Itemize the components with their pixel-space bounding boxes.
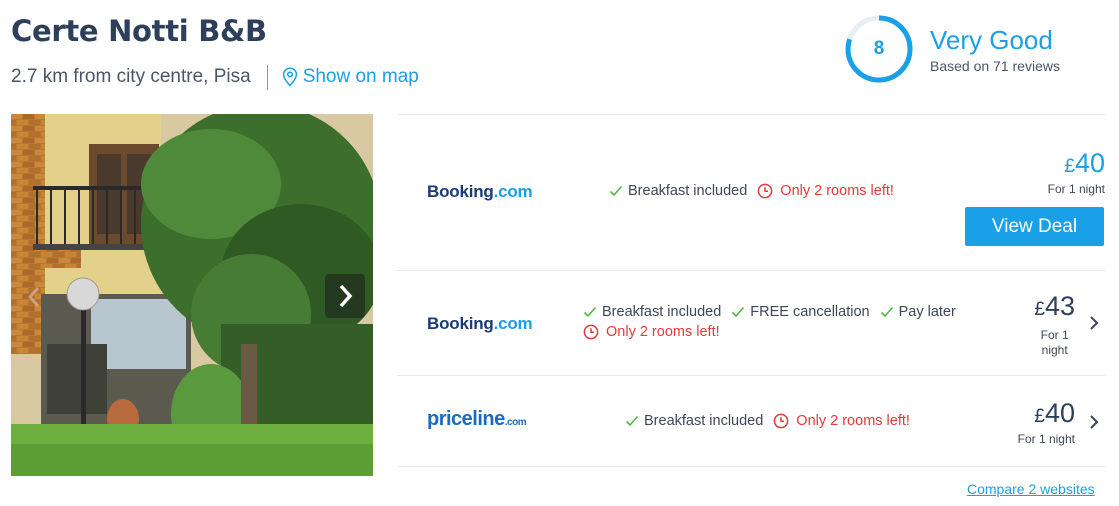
rating-score: 8 xyxy=(873,38,885,59)
distance-text: 2.7 km from city centre, Pisa xyxy=(11,66,251,87)
price-note: For 1 night xyxy=(1017,432,1075,446)
rooms-left-notice: Only 2 rooms left! xyxy=(773,413,910,429)
clock-icon xyxy=(773,413,789,429)
currency-symbol: £ xyxy=(1034,406,1045,427)
show-on-map-link[interactable]: Show on map xyxy=(282,66,419,88)
hotel-photo-image xyxy=(11,114,373,476)
deal-features: Breakfast included Only 2 rooms left! xyxy=(609,183,894,199)
photo-next-button[interactable] xyxy=(325,274,365,318)
location-line: 2.7 km from city centre, Pisa Show on ma… xyxy=(11,64,419,90)
rooms-left-notice: Only 2 rooms left! xyxy=(583,324,720,340)
show-on-map-label[interactable]: Show on map xyxy=(303,66,419,88)
deal-chevron-button[interactable] xyxy=(1087,412,1101,432)
currency-symbol: £ xyxy=(1064,156,1075,177)
rooms-left-notice: Only 2 rooms left! xyxy=(757,183,894,199)
check-icon xyxy=(732,306,745,318)
rating-label: Very Good xyxy=(930,24,1053,55)
deal-row[interactable]: Booking.com Breakfast included FREE canc… xyxy=(397,271,1105,375)
rating-ring: 8 xyxy=(844,14,914,84)
provider-logo-booking: Booking.com xyxy=(427,314,533,333)
deal-chevron-button[interactable] xyxy=(1087,313,1101,333)
divider xyxy=(266,64,268,90)
compare-websites-link[interactable]: Compare 2 websites xyxy=(967,481,1095,497)
price-note-line: night xyxy=(1041,343,1068,357)
deal-row[interactable]: Booking.com Breakfast included Only 2 ro… xyxy=(397,115,1105,270)
clock-icon xyxy=(583,324,599,340)
chevron-right-icon xyxy=(1090,316,1099,330)
deal-row[interactable]: priceline.com Breakfast included Only 2 … xyxy=(397,376,1105,466)
photo-prev-button[interactable] xyxy=(21,279,47,315)
view-deal-button[interactable]: View Deal xyxy=(965,207,1104,246)
currency-symbol: £ xyxy=(1034,299,1045,320)
map-pin-icon xyxy=(282,67,297,87)
provider-logo-priceline: priceline.com xyxy=(427,408,527,430)
check-icon xyxy=(583,306,597,318)
feature-pay-later: Pay later xyxy=(880,304,956,320)
chevron-right-icon xyxy=(1090,415,1099,429)
price-value: 43 xyxy=(1044,291,1075,321)
deal-price: £40 For 1 night xyxy=(1018,398,1075,447)
hotel-name: Certe Notti B&B xyxy=(11,14,267,48)
chevron-right-icon xyxy=(339,284,353,308)
clock-icon xyxy=(757,183,773,199)
rating-block[interactable]: 8 Very Good Based on 71 reviews xyxy=(844,14,1060,84)
provider-logo-booking: Booking.com xyxy=(427,182,533,201)
feature-breakfast: Breakfast included xyxy=(609,183,747,199)
feature-breakfast: Breakfast included xyxy=(583,304,721,320)
feature-breakfast: Breakfast included xyxy=(625,413,763,429)
price-value: 40 xyxy=(1044,398,1075,428)
price-note-line: For 1 xyxy=(1040,328,1069,342)
deal-price: £40 For 1 night xyxy=(1048,148,1105,197)
hotel-photo[interactable] xyxy=(11,114,373,476)
deal-features: Breakfast included Only 2 rooms left! xyxy=(625,413,910,429)
price-value: 40 xyxy=(1074,148,1105,178)
feature-free-cancellation: FREE cancellation xyxy=(731,304,870,320)
deal-features: Breakfast included FREE cancellation Pay… xyxy=(583,304,966,345)
check-icon xyxy=(625,415,639,427)
review-count[interactable]: Based on 71 reviews xyxy=(930,58,1060,74)
deal-price: £43 For 1 night xyxy=(1034,291,1075,358)
divider xyxy=(397,466,1105,467)
chevron-left-icon xyxy=(27,287,40,307)
price-note: For 1 night xyxy=(1047,182,1105,196)
check-icon xyxy=(609,185,623,197)
check-icon xyxy=(880,306,893,318)
